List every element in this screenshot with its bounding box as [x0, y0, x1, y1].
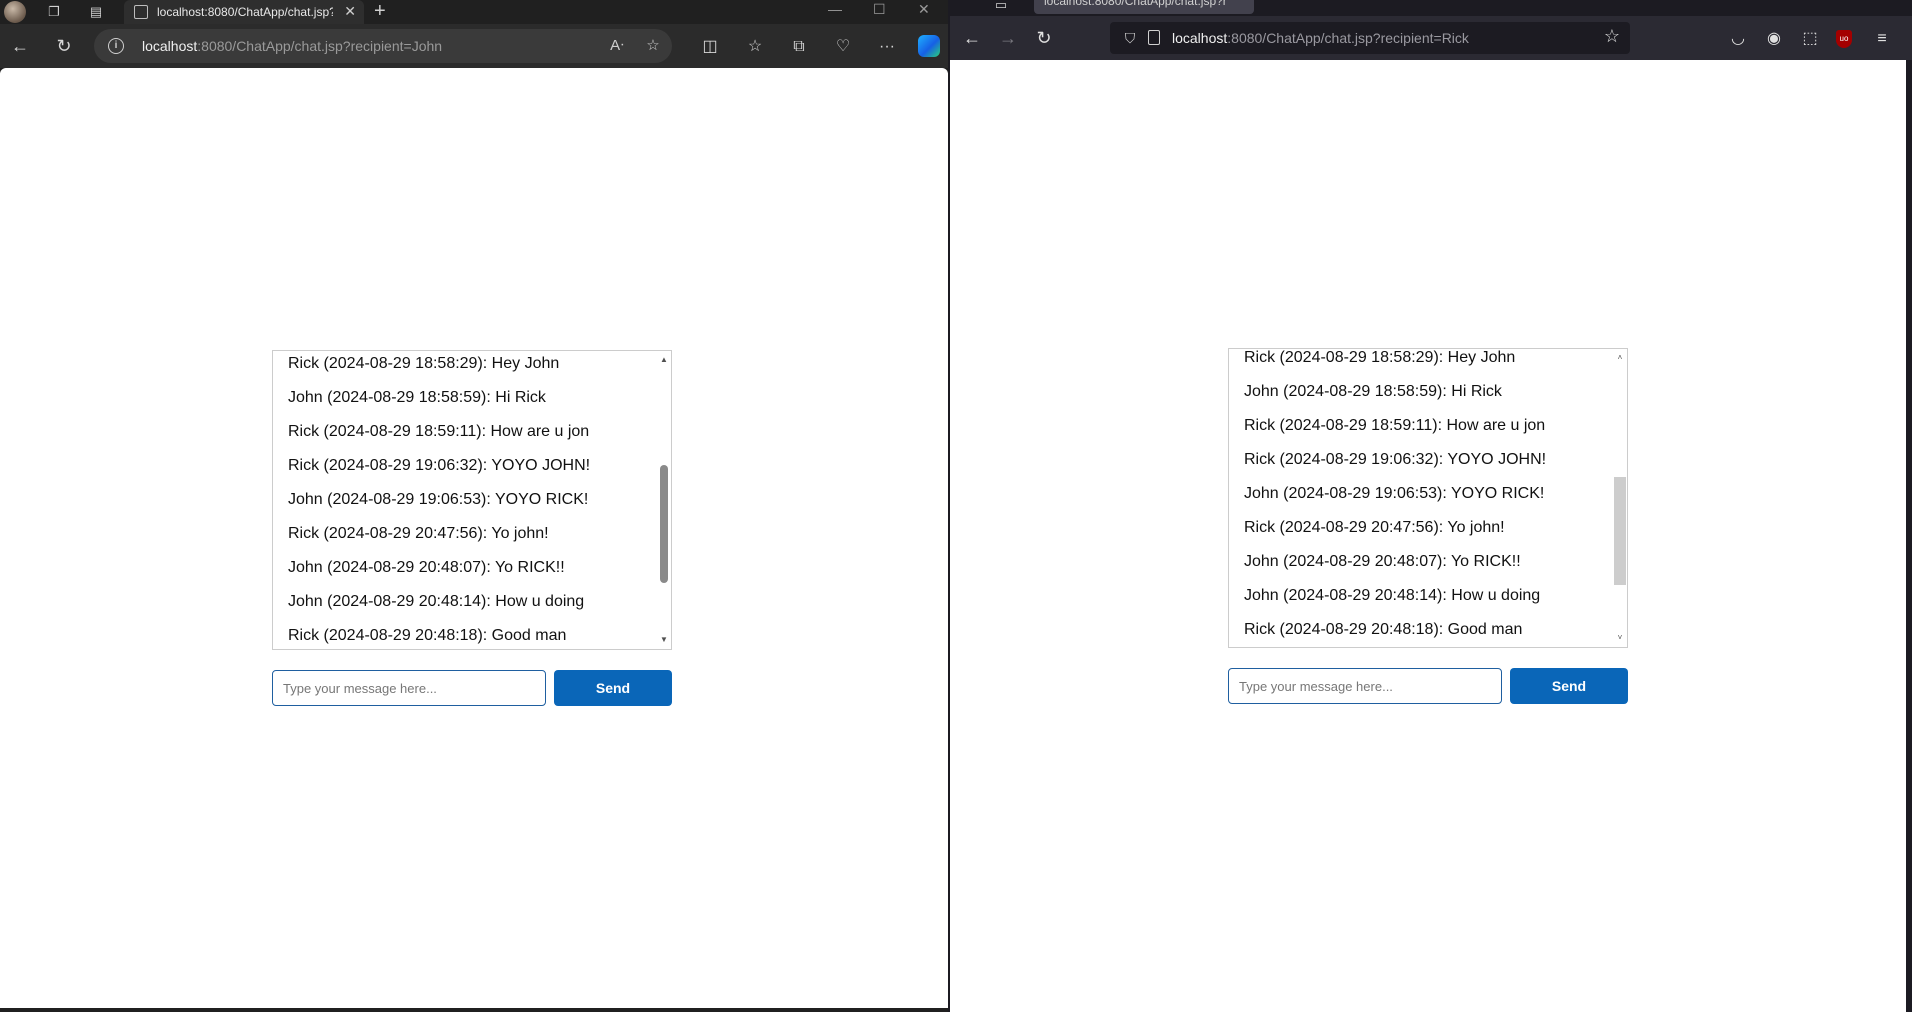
- message-list: Rick (2024-08-29 18:58:29): Hey John John…: [1229, 349, 1615, 639]
- chat-message: John (2024-08-29 19:06:53): YOYO RICK!: [1244, 485, 1545, 502]
- right-page-content: Rick (2024-08-29 18:58:29): Hey John John…: [950, 60, 1906, 1012]
- scrollbar[interactable]: ▲ ▼: [657, 351, 671, 649]
- chat-message: John (2024-08-29 20:48:14): How u doing: [1244, 587, 1541, 604]
- refresh-icon[interactable]: ↻: [1032, 26, 1056, 50]
- chat-message: Rick (2024-08-29 18:59:11): How are u jo…: [1244, 417, 1546, 434]
- back-arrow-icon[interactable]: ←: [8, 34, 32, 58]
- close-tab-icon[interactable]: ✕: [344, 3, 356, 20]
- message-input[interactable]: [1228, 668, 1502, 704]
- bookmark-star-icon[interactable]: ☆: [1604, 26, 1620, 47]
- tab-chat[interactable]: localhost:8080/ChatApp/chat.jsp?r: [1034, 0, 1254, 14]
- extensions-icon[interactable]: ⬚: [1799, 28, 1821, 50]
- chat-message: John (2024-08-29 20:48:07): Yo RICK!!: [288, 559, 565, 576]
- address-bar[interactable]: i localhost:8080/ChatApp/chat.jsp?recipi…: [94, 29, 672, 63]
- chat-message: Rick (2024-08-29 20:48:18): Good man: [1244, 621, 1523, 638]
- chat-message: John (2024-08-29 18:58:59): Hi Rick: [1244, 383, 1502, 400]
- tab-chat[interactable]: localhost:8080/ChatApp/chat.jsp? ✕: [124, 0, 364, 24]
- favorite-star-icon[interactable]: ☆: [642, 35, 664, 57]
- minimize-icon[interactable]: —: [828, 1, 842, 17]
- ublock-icon[interactable]: uo: [1836, 30, 1852, 48]
- window-edge: [1906, 60, 1912, 1012]
- scroll-up-icon[interactable]: ▲: [657, 353, 671, 367]
- left-page-content: Rick (2024-08-29 18:58:29): Hey John John…: [0, 68, 948, 1008]
- chat-message: Rick (2024-08-29 20:47:56): Yo john!: [1244, 519, 1505, 536]
- split-screen-icon[interactable]: ◫: [699, 36, 721, 58]
- tab-title: localhost:8080/ChatApp/chat.jsp?r: [1044, 0, 1227, 8]
- maximize-icon[interactable]: ☐: [873, 1, 886, 18]
- menu-icon[interactable]: ≡: [1871, 28, 1893, 50]
- scroll-up-icon[interactable]: ˄: [1613, 351, 1627, 365]
- scroll-down-icon[interactable]: ˅: [1613, 631, 1627, 645]
- address-text[interactable]: localhost:8080/ChatApp/chat.jsp?recipien…: [1172, 30, 1469, 46]
- collections-icon[interactable]: ⧉: [788, 36, 810, 58]
- right-browser-window: ▭ localhost:8080/ChatApp/chat.jsp?r ← → …: [950, 0, 1912, 1012]
- chat-message: John (2024-08-29 18:58:59): Hi Rick: [288, 389, 546, 406]
- left-tab-strip: ❐ ▤ localhost:8080/ChatApp/chat.jsp? ✕ +…: [0, 0, 948, 24]
- tracking-shield-icon[interactable]: ⛉: [1122, 30, 1138, 46]
- address-text[interactable]: localhost:8080/ChatApp/chat.jsp?recipien…: [142, 38, 442, 54]
- message-input[interactable]: [272, 670, 546, 706]
- new-tab-button[interactable]: +: [374, 0, 386, 22]
- chat-message-box[interactable]: Rick (2024-08-29 18:58:29): Hey John John…: [272, 350, 672, 650]
- tab-actions-icon[interactable]: ▤: [87, 3, 105, 21]
- right-toolbar: ← → ↻ ⛉ localhost:8080/ChatApp/chat.jsp?…: [950, 16, 1912, 60]
- address-bar[interactable]: ⛉ localhost:8080/ChatApp/chat.jsp?recipi…: [1110, 22, 1630, 54]
- profile-avatar[interactable]: [4, 1, 26, 23]
- chat-message: Rick (2024-08-29 20:47:56): Yo john!: [288, 525, 549, 542]
- back-arrow-icon[interactable]: ←: [960, 26, 984, 50]
- page-icon: [134, 5, 148, 19]
- account-icon[interactable]: ◉: [1763, 28, 1785, 50]
- browser-essentials-icon[interactable]: ♡: [832, 36, 854, 58]
- chat-message: John (2024-08-29 19:06:53): YOYO RICK!: [288, 491, 589, 508]
- scrollbar-thumb[interactable]: [1614, 477, 1626, 585]
- pocket-icon[interactable]: ◡: [1727, 28, 1749, 50]
- chat-message: Rick (2024-08-29 19:06:32): YOYO JOHN!: [288, 457, 591, 474]
- chat-message-box[interactable]: Rick (2024-08-29 18:58:29): Hey John John…: [1228, 348, 1628, 648]
- chat-message: Rick (2024-08-29 19:06:32): YOYO JOHN!: [1244, 451, 1547, 468]
- scroll-down-icon[interactable]: ▼: [657, 633, 671, 647]
- forward-arrow-icon[interactable]: →: [996, 26, 1020, 50]
- more-icon[interactable]: ···: [876, 36, 898, 58]
- send-button[interactable]: Send: [1510, 668, 1628, 704]
- copilot-icon[interactable]: [918, 35, 940, 57]
- chat-message: Rick (2024-08-29 20:48:18): Good man: [288, 627, 567, 644]
- info-icon[interactable]: i: [108, 38, 124, 54]
- chat-message: John (2024-08-29 20:48:07): Yo RICK!!: [1244, 553, 1521, 570]
- chat-message: John (2024-08-29 20:48:14): How u doing: [288, 593, 585, 610]
- send-button[interactable]: Send: [554, 670, 672, 706]
- chat-message: Rick (2024-08-29 18:58:29): Hey John: [1244, 349, 1516, 366]
- scrollbar-thumb[interactable]: [660, 465, 668, 583]
- message-list: Rick (2024-08-29 18:58:29): Hey John John…: [273, 351, 659, 645]
- chat-message: Rick (2024-08-29 18:59:11): How are u jo…: [288, 423, 590, 440]
- right-tab-strip: ▭ localhost:8080/ChatApp/chat.jsp?r: [950, 0, 1912, 16]
- tab-list-icon[interactable]: ▭: [992, 0, 1010, 14]
- favorites-icon[interactable]: ☆: [744, 36, 766, 58]
- left-browser-window: ❐ ▤ localhost:8080/ChatApp/chat.jsp? ✕ +…: [0, 0, 948, 1012]
- chat-message: Rick (2024-08-29 18:58:29): Hey John: [288, 355, 560, 372]
- left-toolbar: ← ↻ i localhost:8080/ChatApp/chat.jsp?re…: [0, 24, 948, 68]
- workspaces-icon[interactable]: ❐: [45, 3, 63, 21]
- page-icon[interactable]: [1148, 30, 1160, 45]
- close-window-icon[interactable]: ✕: [918, 1, 930, 18]
- read-aloud-icon[interactable]: Aᐧ: [606, 35, 628, 57]
- tab-title: localhost:8080/ChatApp/chat.jsp?: [157, 5, 333, 19]
- scrollbar[interactable]: ˄ ˅: [1613, 349, 1627, 647]
- refresh-icon[interactable]: ↻: [52, 34, 76, 58]
